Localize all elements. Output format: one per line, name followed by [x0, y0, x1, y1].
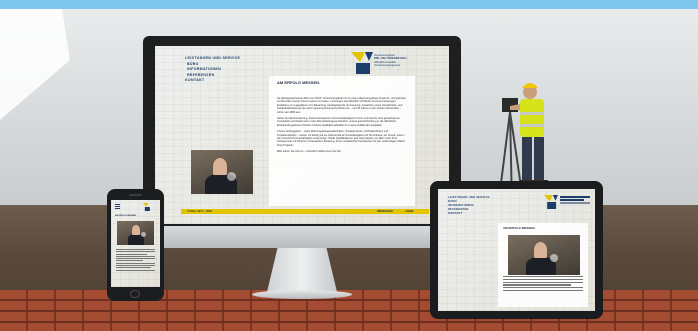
text-lines [503, 276, 583, 292]
company-logo-icon[interactable] [351, 52, 373, 74]
menu-icon[interactable] [115, 204, 120, 209]
desktop-website: LEISTUNGEN UND SERVICE BÜRO INFORMATIONE… [155, 46, 449, 224]
footer-link-impressum[interactable]: IMPRESSUM [377, 209, 393, 214]
desktop-footer-bar: © KOLL 2017 – 2018 IMPRESSUM LOGIN [181, 209, 429, 214]
monitor-stand-base [252, 290, 352, 299]
video-player[interactable] [508, 235, 580, 275]
logo-text-block: Vermessungsbüro DIPL.-ING. RÜDIGER KOLL … [374, 54, 407, 68]
phone-device: AM ERFOLG MESSEN. [107, 189, 164, 301]
text-lines [116, 249, 155, 272]
video-player[interactable] [191, 150, 253, 194]
tablet-device: LEISTUNGEN UND SERVICE BÜRO INFORMATIONE… [430, 181, 603, 319]
phone-home-button[interactable] [130, 290, 140, 298]
desktop-content-panel: AM ERFOLG MESSEN. Als ältestgewachsenes … [269, 76, 415, 206]
paragraph: Bitte sehen Sie sich an – freundlich wil… [277, 150, 342, 154]
phone-speaker [129, 194, 142, 196]
page-heading: AM ERFOLG MESSEN. [115, 215, 137, 217]
paragraph: Aktive Kundenorientierung, Kostentranspa… [277, 117, 400, 127]
tablet-main-nav: LEISTUNGEN UND SERVICE BÜRO INFORMATIONE… [448, 196, 490, 216]
video-person-head [534, 242, 547, 258]
play-icon[interactable] [227, 172, 236, 181]
play-icon[interactable] [550, 254, 558, 262]
hero-scene: LEISTUNGEN UND SERVICE BÜRO INFORMATIONE… [0, 0, 698, 331]
company-logo-icon[interactable] [544, 195, 558, 209]
monitor-chin [143, 226, 461, 248]
video-player[interactable] [117, 221, 154, 245]
video-person-head [132, 225, 140, 235]
play-icon[interactable] [141, 232, 146, 237]
video-person-head [213, 158, 227, 175]
copyright-text: © KOLL 2017 – 2018 [187, 210, 212, 213]
footer-link-login[interactable]: LOGIN [405, 209, 413, 214]
desktop-main-nav: LEISTUNGEN UND SERVICE BÜRO INFORMATIONE… [185, 56, 240, 84]
nav-item-leistungen[interactable]: LEISTUNGEN UND SERVICE [185, 56, 240, 62]
paragraph: Unsere Auftraggeber – meist Wohnungsbaug… [277, 130, 405, 147]
page-heading: AM ERFOLG MESSEN. [503, 226, 536, 230]
paragraph: Als ältestgewachsenes Büro bei (ÖbVI) Ve… [277, 97, 406, 114]
phone-website: AM ERFOLG MESSEN. [111, 200, 160, 287]
logo-text-lines [560, 196, 590, 205]
logo-line-4: Vermessungsingenieur [374, 64, 401, 68]
nav-item-kontakt[interactable]: KONTAKT [448, 212, 490, 216]
tablet-website: LEISTUNGEN UND SERVICE BÜRO INFORMATIONE… [438, 189, 595, 311]
desktop-monitor: LEISTUNGEN UND SERVICE BÜRO INFORMATIONE… [143, 36, 461, 248]
company-logo-icon[interactable] [143, 203, 151, 211]
monitor-stand-neck [267, 248, 337, 292]
nav-item-kontakt[interactable]: KONTAKT [185, 78, 240, 84]
